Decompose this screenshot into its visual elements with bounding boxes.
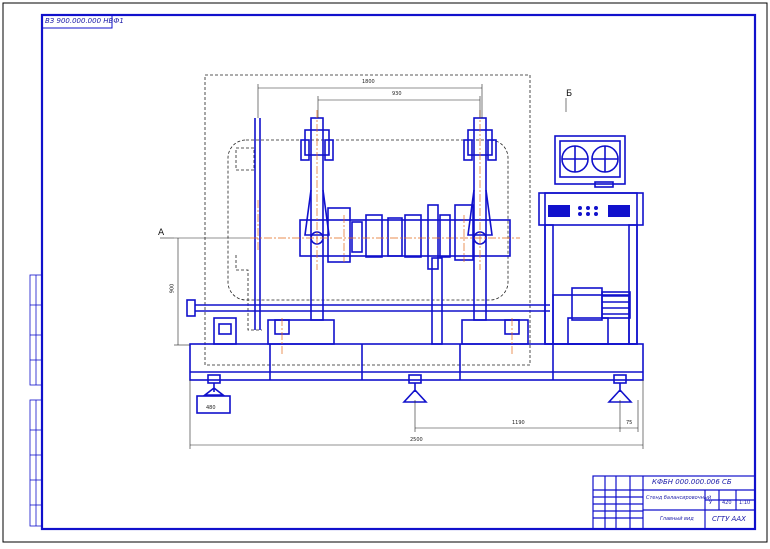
left-margin-strips	[29, 274, 43, 527]
scale-field: 1:10	[739, 500, 751, 506]
dim-base-right: 1190	[512, 420, 525, 426]
dim-block: 480	[206, 405, 216, 411]
mass-field: 420	[722, 500, 732, 506]
dim-overall: 2500	[410, 437, 423, 443]
doc-code: КФБН 000.000.006 СБ	[652, 478, 732, 486]
stamp-code: ВЗ 900.000.000 НВФ1	[45, 17, 124, 25]
letter-field: У	[709, 500, 713, 506]
assembly-drawing	[2, 2, 768, 543]
center-lines	[250, 110, 520, 356]
dim-right-offset: 75	[626, 420, 633, 426]
dim-top-inner: 930	[392, 91, 402, 97]
view-b-label: Б	[566, 89, 573, 99]
organization-field: СГТУ ААХ	[712, 515, 746, 523]
outer-frame	[2, 2, 768, 543]
dim-height: 900	[169, 283, 176, 294]
dim-top-span: 1800	[362, 79, 375, 85]
view-a-label: А	[158, 228, 165, 238]
stand-structure	[186, 117, 644, 414]
drawing-sheet: ВЗ 900.000.000 НВФ1 А Б 1800 930 900 119…	[0, 0, 770, 545]
drawing-subtitle: Главный вид	[660, 516, 694, 522]
dimension-lines	[160, 84, 644, 449]
control-panel-displays	[548, 205, 630, 217]
drawing-name: Стенд балансировочный	[646, 495, 712, 501]
